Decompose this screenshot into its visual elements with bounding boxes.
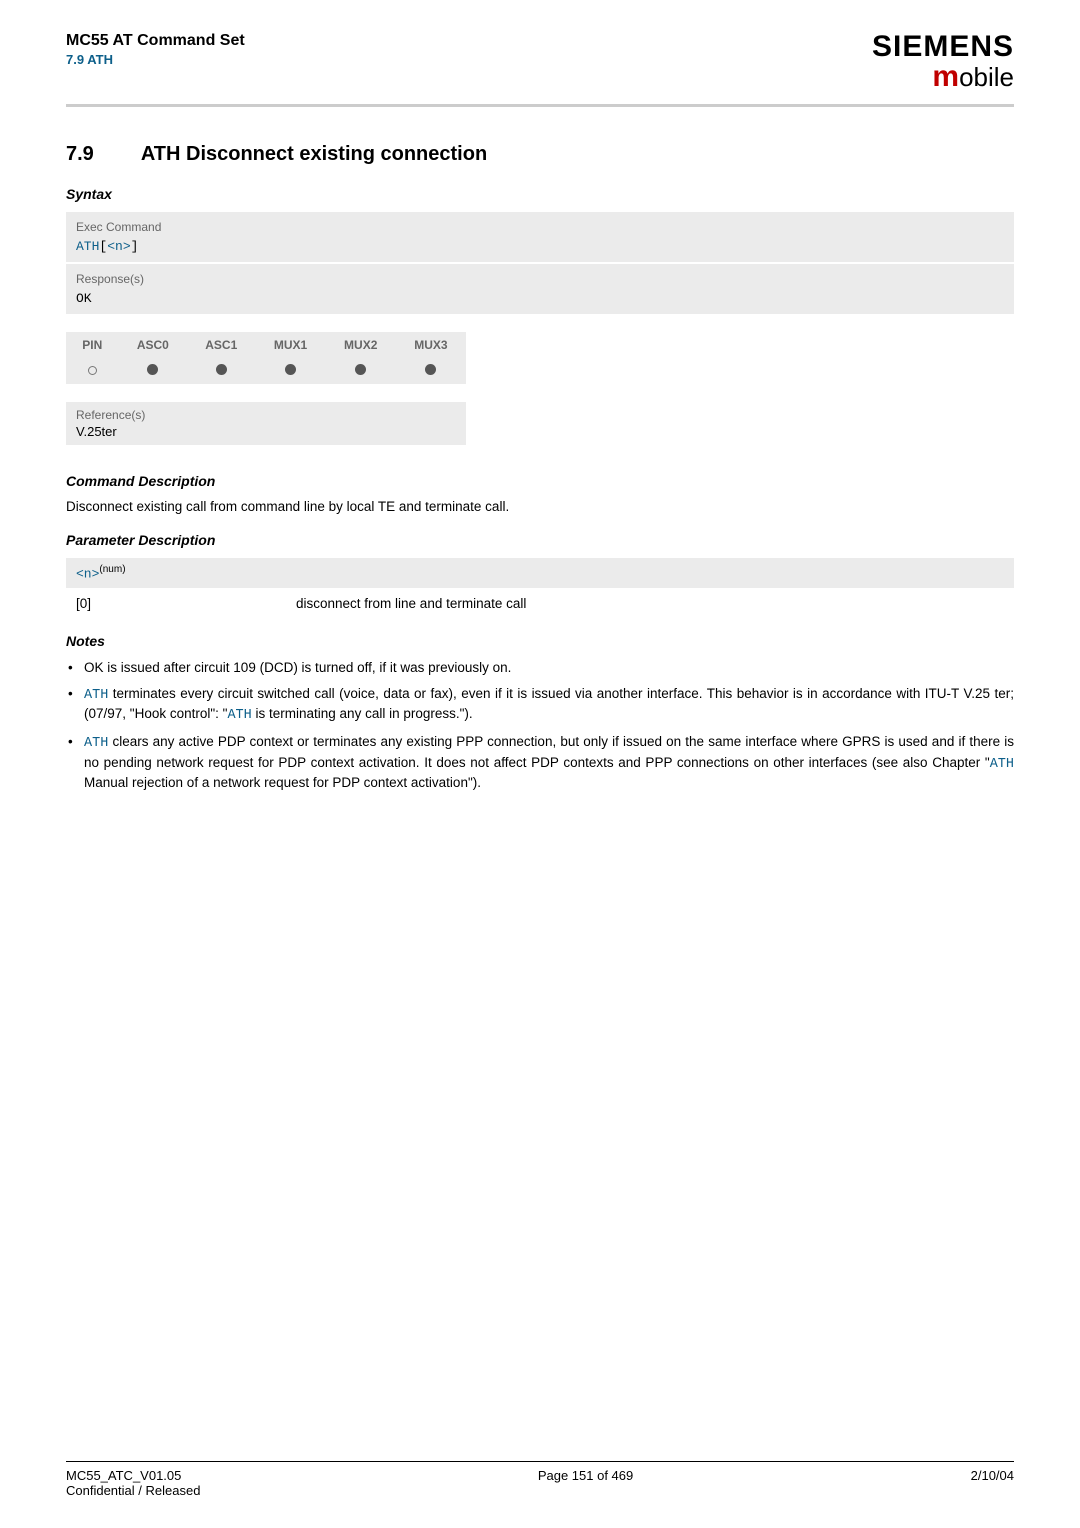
parameter-name: <n> — [76, 567, 99, 582]
compat-header: ASC1 — [187, 332, 255, 358]
header-divider — [66, 104, 1014, 107]
reference-value: V.25ter — [76, 424, 456, 439]
code-ref: ATH — [84, 736, 108, 751]
code-ref: ATH — [84, 688, 108, 703]
command-description-text: Disconnect existing call from command li… — [66, 499, 1014, 514]
compatibility-table: PINASC0ASC1MUX1MUX2MUX3 — [66, 332, 466, 384]
dot-filled-icon — [425, 364, 436, 375]
footer-right: 2/10/04 — [971, 1468, 1014, 1498]
exec-command-block: Exec Command ATH[<n>] — [66, 212, 1014, 262]
compat-cell — [255, 358, 325, 384]
parameter-name-box: <n>(num) — [66, 558, 1014, 588]
note-item: ATH clears any active PDP context or ter… — [66, 733, 1014, 792]
exec-command-param: <n> — [107, 239, 130, 254]
compat-cell — [396, 358, 466, 384]
compat-header: MUX3 — [396, 332, 466, 358]
footer-center: Page 151 of 469 — [538, 1468, 633, 1498]
compat-header: MUX1 — [255, 332, 325, 358]
dot-empty-icon — [88, 366, 97, 375]
section-title: ATH Disconnect existing connection — [141, 143, 487, 165]
notes-heading: Notes — [66, 633, 1014, 649]
reference-label: Reference(s) — [76, 408, 456, 422]
page-header: MC55 AT Command Set 7.9 ATH SIEMENS mobi… — [66, 0, 1014, 100]
parameter-row: [0]disconnect from line and terminate ca… — [66, 590, 1014, 617]
dot-filled-icon — [216, 364, 227, 375]
response-block: Response(s) OK — [66, 264, 1014, 314]
note-item: ATH terminates every circuit switched ca… — [66, 685, 1014, 725]
response-value: OK — [76, 291, 92, 306]
brand-mobile: mobile — [872, 62, 1014, 92]
doc-title: MC55 AT Command Set — [66, 32, 245, 50]
brand-siemens: SIEMENS — [872, 32, 1014, 62]
dot-filled-icon — [285, 364, 296, 375]
page-footer: MC55_ATC_V01.05 Confidential / Released … — [66, 1461, 1014, 1498]
reference-block: Reference(s) V.25ter — [66, 402, 466, 445]
exec-command-label: Exec Command — [76, 220, 1004, 234]
compat-header: MUX2 — [326, 332, 396, 358]
code-ref: ATH — [990, 757, 1014, 772]
compat-cell — [187, 358, 255, 384]
exec-command-prefix: ATH — [76, 239, 99, 254]
syntax-heading: Syntax — [66, 186, 1014, 202]
compat-header: ASC0 — [119, 332, 187, 358]
footer-left: MC55_ATC_V01.05 Confidential / Released — [66, 1468, 200, 1498]
parameter-sup: (num) — [99, 564, 125, 575]
note-item: OK is issued after circuit 109 (DCD) is … — [66, 659, 1014, 677]
response-label: Response(s) — [76, 272, 1004, 286]
parameter-description-heading: Parameter Description — [66, 532, 1014, 548]
parameter-desc: disconnect from line and terminate call — [296, 596, 526, 611]
brand-logo: SIEMENS mobile — [872, 32, 1014, 92]
command-description-heading: Command Description — [66, 473, 1014, 489]
dot-filled-icon — [355, 364, 366, 375]
dot-filled-icon — [147, 364, 158, 375]
section-number: 7.9 — [66, 143, 136, 166]
parameter-key: [0] — [76, 596, 296, 611]
notes-list: OK is issued after circuit 109 (DCD) is … — [66, 659, 1014, 792]
section-heading: 7.9 ATH Disconnect existing connection — [66, 143, 1014, 166]
header-left: MC55 AT Command Set 7.9 ATH — [66, 32, 245, 67]
code-ref: ATH — [227, 708, 251, 723]
compat-cell — [119, 358, 187, 384]
compat-cell — [66, 358, 119, 384]
compat-cell — [326, 358, 396, 384]
compat-header: PIN — [66, 332, 119, 358]
doc-subtitle: 7.9 ATH — [66, 52, 245, 67]
